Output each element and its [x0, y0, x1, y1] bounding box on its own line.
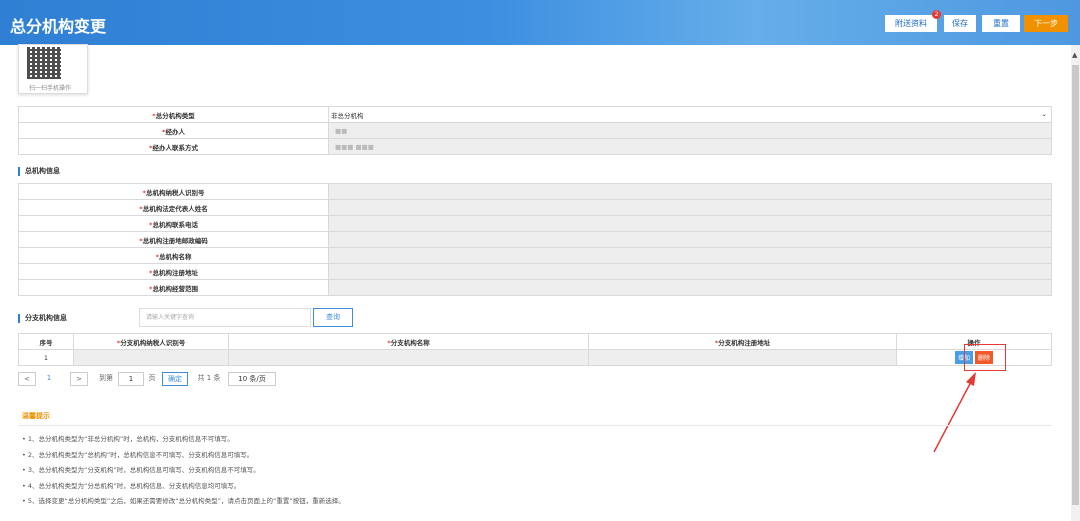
- column-header: 分支机构注册地址: [718, 338, 771, 347]
- field-label: 总机构注册地邮政编码: [142, 236, 208, 245]
- field-label: 经办人: [165, 127, 185, 136]
- head-office-table: *总机构纳税人识别号 *总机构法定代表人姓名 *总机构联系电话 *总机构注册地邮…: [18, 183, 1052, 296]
- head-phone-field[interactable]: [328, 215, 1052, 232]
- handler-name-field[interactable]: ■■: [328, 122, 1052, 139]
- save-button[interactable]: 保存: [944, 15, 976, 32]
- head-office-section-title: 总机构信息: [18, 167, 60, 176]
- query-button[interactable]: 查询: [313, 308, 353, 327]
- field-label: 总机构法定代表人姓名: [142, 204, 208, 213]
- head-scope-field[interactable]: [328, 279, 1052, 296]
- table-row: *经办人联系方式 ■■■ ■■■: [18, 138, 1052, 155]
- table-row: *总分机构类型 非总分机构 ⌄: [18, 106, 1052, 123]
- field-label: 总机构注册地址: [152, 268, 198, 277]
- table-row: *总机构联系电话: [18, 215, 1052, 232]
- org-type-select[interactable]: 非总分机构 ⌄: [328, 106, 1052, 123]
- next-step-button[interactable]: 下一步: [1024, 15, 1068, 32]
- scroll-up-icon[interactable]: ▲: [1072, 51, 1077, 59]
- annotation-arrow: [933, 372, 976, 453]
- branch-name-field[interactable]: [228, 349, 589, 366]
- table-row: *经办人 ■■: [18, 122, 1052, 139]
- base-info-table: *总分机构类型 非总分机构 ⌄ *经办人 ■■ *经办人联系方式 ■■■ ■■■: [18, 106, 1052, 155]
- highlight-annotation-box: [964, 344, 1006, 371]
- attachment-badge: 2: [932, 10, 941, 19]
- field-label: 总机构联系电话: [152, 220, 198, 229]
- head-legal-rep-field[interactable]: [328, 199, 1052, 216]
- qr-code-image: [27, 47, 61, 79]
- table-header-row: 序号 *分支机构纳税人识别号 *分支机构名称 *分支机构注册地址 操作: [18, 333, 1052, 350]
- table-row: *总机构注册地址: [18, 263, 1052, 280]
- page-header: 总分机构变更 附送资料 2 保存 重置 下一步: [0, 0, 1080, 45]
- row-index: 1: [18, 349, 74, 366]
- prev-page-button[interactable]: <: [18, 372, 36, 386]
- attachment-button[interactable]: 附送资料: [885, 15, 937, 32]
- list-item: • 3、总分机构类型为“分支机构”时，总机构信息可填写、分支机构信息不可填写。: [22, 466, 260, 474]
- tips-title: 温馨提示: [22, 412, 50, 420]
- branch-address-field[interactable]: [588, 349, 897, 366]
- list-item: • 1、总分机构类型为“非总分机构”时，总机构，分支机构信息不可填写。: [22, 435, 234, 443]
- page-unit-label: 页: [148, 374, 156, 382]
- table-row: *总机构法定代表人姓名: [18, 199, 1052, 216]
- list-item: • 5、选择变更“总分机构类型”之后，如果还需要修改“总分机构类型”，请点击页面…: [22, 497, 345, 505]
- branch-search-input[interactable]: 请输入关键字查询: [139, 308, 311, 327]
- table-row: *总机构注册地邮政编码: [18, 231, 1052, 248]
- branch-tax-id-field[interactable]: [73, 349, 229, 366]
- tips-list: • 1、总分机构类型为“非总分机构”时，总机构，分支机构信息不可填写。 • 2、…: [22, 432, 345, 510]
- table-row: *总机构纳税人识别号: [18, 183, 1052, 200]
- column-header: 分支机构纳税人识别号: [120, 338, 186, 347]
- field-label: 总机构经营范围: [152, 284, 198, 293]
- chevron-down-icon: ⌄: [1041, 109, 1047, 118]
- goto-label: 到第: [99, 374, 113, 382]
- next-page-button[interactable]: >: [70, 372, 88, 386]
- field-label: 经办人联系方式: [152, 143, 198, 152]
- list-item: • 4、总分机构类型为“分总机构”时，总机构信息、分支机构信息均可填写。: [22, 481, 241, 490]
- org-type-value: 非总分机构: [331, 111, 364, 120]
- column-header: 序号: [18, 333, 74, 350]
- total-count: 共 1 条: [197, 374, 221, 382]
- page-title: 总分机构变更: [10, 17, 107, 36]
- table-row: *总机构经营范围: [18, 279, 1052, 296]
- head-postcode-field[interactable]: [328, 231, 1052, 248]
- table-row: *总机构名称: [18, 247, 1052, 264]
- qr-code-panel[interactable]: 扫一扫手机操作: [18, 44, 88, 94]
- handler-phone-field[interactable]: ■■■ ■■■: [328, 138, 1052, 155]
- scrollbar-thumb[interactable]: [1072, 65, 1079, 505]
- goto-confirm-button[interactable]: 确定: [162, 372, 188, 386]
- goto-page-input[interactable]: 1: [118, 372, 144, 386]
- field-label: 总分机构类型: [155, 111, 195, 120]
- page-size-select[interactable]: 10 条/页: [228, 372, 276, 386]
- column-header: 分支机构名称: [390, 338, 430, 347]
- divider: [18, 425, 1052, 426]
- page-number[interactable]: 1: [40, 372, 58, 386]
- head-name-field[interactable]: [328, 247, 1052, 264]
- reset-button[interactable]: 重置: [982, 15, 1020, 32]
- qr-caption: 扫一扫手机操作: [29, 85, 72, 92]
- table-row: 1 增加 删除: [18, 349, 1052, 366]
- branch-table: 序号 *分支机构纳税人识别号 *分支机构名称 *分支机构注册地址 操作 1 增加…: [18, 333, 1052, 366]
- vertical-scrollbar[interactable]: ▲: [1071, 45, 1080, 521]
- branch-section-title: 分支机构信息: [18, 314, 67, 323]
- head-address-field[interactable]: [328, 263, 1052, 280]
- head-tax-id-field[interactable]: [328, 183, 1052, 200]
- list-item: • 2、总分机构类型为“总机构”时，总机构信息不可填写、分支机构信息可填写。: [22, 450, 254, 459]
- field-label: 总机构纳税人识别号: [145, 188, 205, 197]
- field-label: 总机构名称: [158, 252, 192, 261]
